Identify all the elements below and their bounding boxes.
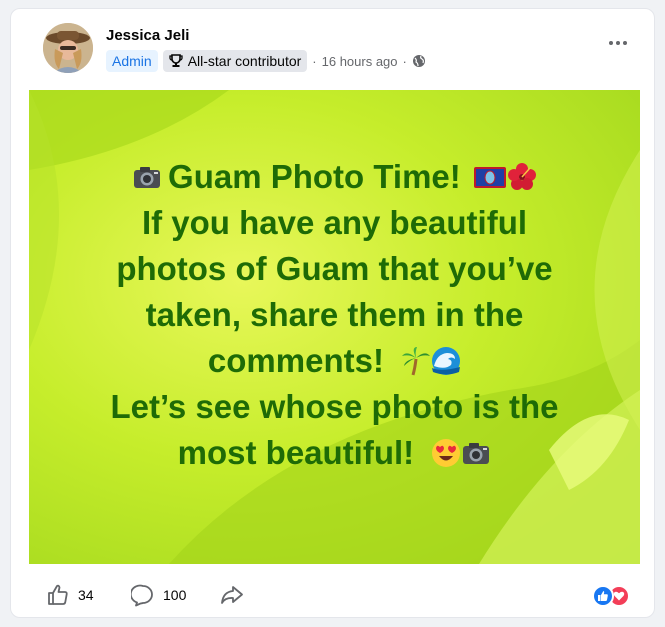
dot-icon <box>616 41 620 45</box>
meta-separator: · <box>312 53 317 69</box>
comment-bubble-icon <box>131 584 153 607</box>
share-arrow-icon <box>221 586 243 604</box>
admin-badge[interactable]: Admin <box>106 50 158 72</box>
reaction-summary[interactable] <box>592 585 636 607</box>
post-meta: Admin All-star contributor · 16 hours ag… <box>106 50 426 72</box>
camera-icon <box>134 167 161 188</box>
post-image[interactable]: Guam Photo Time! If you have any beautif… <box>29 90 640 564</box>
author-name[interactable]: Jessica Jeli <box>106 27 189 44</box>
thumbs-up-icon <box>48 584 68 605</box>
camera-icon-2 <box>463 443 490 464</box>
banner-line-3: photos of Guam that you’ve <box>116 250 553 287</box>
hibiscus-icon <box>507 163 536 190</box>
like-count: 34 <box>78 587 94 603</box>
banner-line-2: If you have any beautiful <box>141 204 528 241</box>
banner-line-1: Guam Photo Time! <box>29 154 640 200</box>
guam-flag-icon <box>473 167 506 188</box>
like-reaction-icon <box>592 585 614 607</box>
heart-eyes-icon <box>432 439 461 467</box>
banner-line-4: taken, share them in the <box>145 296 524 333</box>
post-header: Jessica Jeli Admin All-star contributor … <box>11 9 654 87</box>
banner-line-7: most beautiful! <box>29 430 640 476</box>
post-timestamp[interactable]: 16 hours ago <box>322 54 398 69</box>
comment-button[interactable]: 100 <box>131 583 186 607</box>
all-star-label: All-star contributor <box>187 53 302 69</box>
dot-icon <box>609 41 613 45</box>
dot-icon <box>623 41 627 45</box>
banner-line-6: Let’s see whose photo is the <box>110 388 559 425</box>
post-actions: 34 100 <box>11 571 654 615</box>
post-card: Jessica Jeli Admin All-star contributor … <box>10 8 655 618</box>
trophy-icon <box>169 54 183 67</box>
like-button[interactable]: 34 <box>46 583 94 607</box>
wave-icon <box>432 347 461 375</box>
author-avatar[interactable] <box>43 23 93 73</box>
banner-line-5: comments! <box>29 338 640 384</box>
meta-separator-2: · <box>402 53 407 69</box>
all-star-badge[interactable]: All-star contributor <box>162 50 308 72</box>
comment-count: 100 <box>163 587 187 603</box>
palm-tree-icon <box>402 347 431 376</box>
banner-text: Guam Photo Time! If you have any beautif… <box>29 154 640 476</box>
share-button[interactable] <box>219 583 245 607</box>
globe-icon[interactable] <box>412 54 426 68</box>
more-options-button[interactable] <box>604 33 632 53</box>
